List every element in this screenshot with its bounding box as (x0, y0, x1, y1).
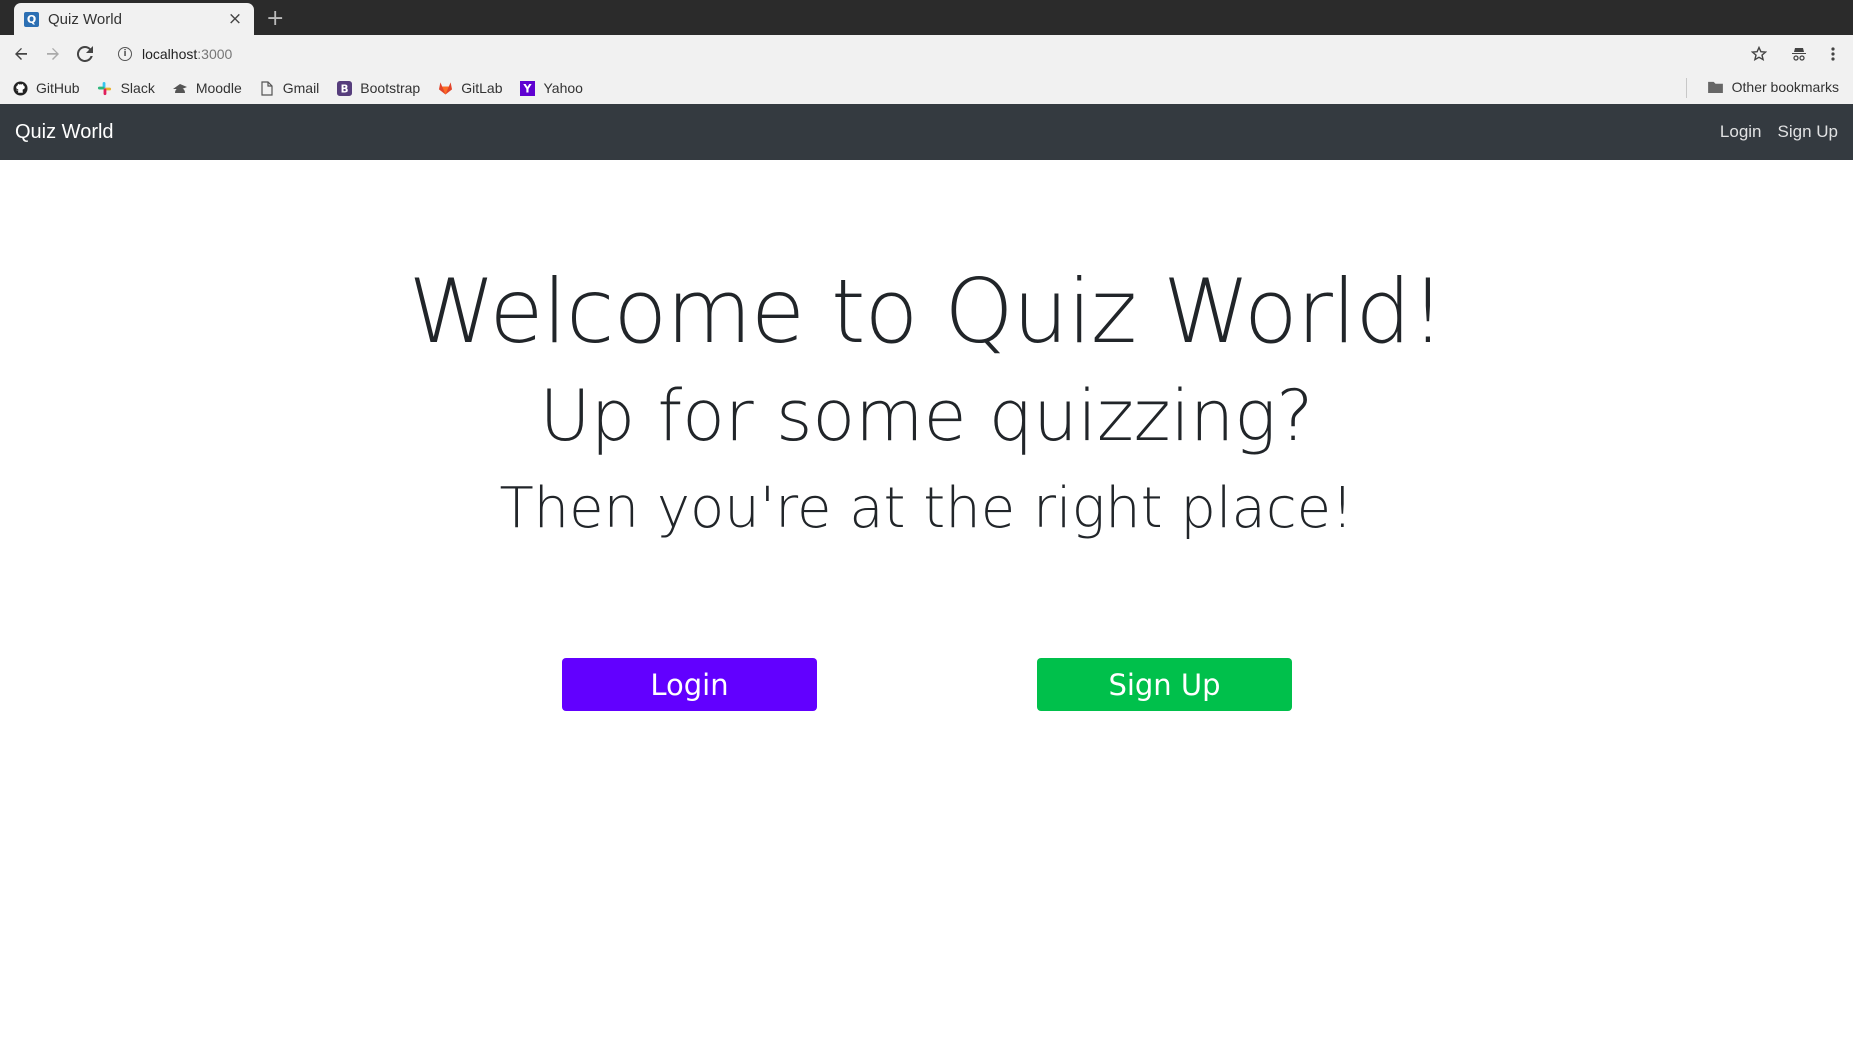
yahoo-icon: Y (519, 80, 535, 96)
hero-subtitle: Up for some quizzing? (539, 375, 1314, 457)
bookmarks-bar: GitHub Slack Moodle Gmail B Bootstrap Gi… (0, 72, 1853, 104)
other-bookmarks[interactable]: Other bookmarks (1708, 79, 1839, 95)
hero-title: Welcome to Quiz World! (408, 260, 1446, 363)
browser-tabstrip: Q Quiz World × + (0, 0, 1853, 35)
browser-toolbar: i localhost:3000 (0, 35, 1853, 72)
new-tab-icon[interactable]: + (266, 6, 284, 31)
menu-dots-icon[interactable] (1822, 43, 1844, 65)
bookmark-slack[interactable]: Slack (97, 80, 155, 96)
bookmark-label: Gmail (282, 80, 320, 96)
slack-icon (97, 80, 113, 96)
bookmark-gitlab[interactable]: GitLab (437, 80, 502, 96)
page-icon (259, 80, 275, 96)
bookmarks-separator (1686, 78, 1687, 98)
nav-signup-link[interactable]: Sign Up (1778, 122, 1838, 142)
bookmark-label: Bootstrap (360, 80, 421, 96)
svg-text:B: B (340, 83, 348, 95)
reload-icon[interactable] (74, 43, 96, 65)
gitlab-icon (437, 80, 453, 96)
bookmark-github[interactable]: GitHub (12, 80, 80, 96)
tab-title: Quiz World (48, 10, 122, 28)
hero-tagline: Then you're at the right place! (499, 476, 1354, 541)
close-tab-icon[interactable]: × (226, 9, 244, 29)
nav-login-link[interactable]: Login (1720, 122, 1762, 142)
bookmark-yahoo[interactable]: Y Yahoo (519, 80, 583, 96)
login-button[interactable]: Login (562, 658, 817, 711)
svg-text:Y: Y (522, 82, 532, 95)
bookmark-label: GitLab (461, 80, 503, 96)
bookmark-moodle[interactable]: Moodle (172, 80, 242, 96)
moodle-icon (172, 80, 188, 96)
other-bookmarks-label: Other bookmarks (1731, 79, 1839, 95)
bootstrap-icon: B (336, 80, 352, 96)
bookmark-label: GitHub (36, 80, 80, 96)
url-text: localhost:3000 (142, 46, 233, 62)
signup-button[interactable]: Sign Up (1037, 658, 1292, 711)
incognito-icon[interactable] (1788, 43, 1810, 65)
favicon-icon: Q (24, 11, 39, 27)
folder-icon (1708, 79, 1724, 95)
bookmark-label: Moodle (195, 80, 242, 96)
navbar-brand[interactable]: Quiz World (15, 121, 114, 144)
app-navbar: Quiz World Login Sign Up (0, 104, 1853, 160)
forward-icon[interactable] (42, 43, 64, 65)
bookmark-label: Yahoo (543, 80, 583, 96)
address-bar[interactable]: i localhost:3000 (110, 40, 1730, 68)
back-icon[interactable] (10, 43, 32, 65)
bookmark-star-icon[interactable] (1748, 43, 1770, 65)
bookmark-gmail[interactable]: Gmail (259, 80, 320, 96)
bookmark-label: Slack (120, 80, 155, 96)
navbar-links: Login Sign Up (1704, 122, 1838, 142)
browser-tab[interactable]: Q Quiz World × (14, 3, 254, 35)
bookmark-bootstrap[interactable]: B Bootstrap (336, 80, 420, 96)
info-icon[interactable]: i (118, 47, 132, 61)
github-icon (12, 80, 28, 96)
